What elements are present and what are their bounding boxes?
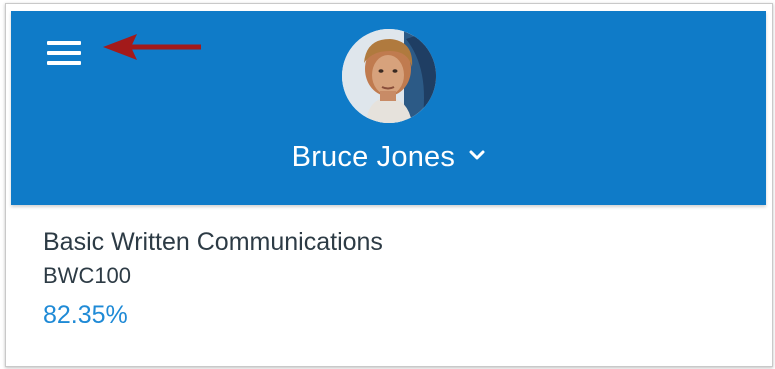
avatar-photo-icon [342, 29, 436, 123]
course-name: Basic Written Communications [43, 228, 383, 256]
course-grade: 82.35% [43, 301, 128, 329]
chevron-down-icon [469, 150, 485, 160]
hamburger-menu-icon[interactable] [47, 40, 83, 70]
user-name-dropdown[interactable]: Bruce Jones [11, 137, 766, 177]
profile-header: Bruce Jones [11, 11, 766, 205]
user-avatar[interactable] [342, 29, 436, 123]
user-name: Bruce Jones [291, 141, 456, 173]
red-arrow-left-icon [103, 34, 201, 60]
course-card[interactable]: Basic Written Communications BWC100 82.3… [43, 225, 743, 335]
course-code: BWC100 [43, 263, 132, 288]
